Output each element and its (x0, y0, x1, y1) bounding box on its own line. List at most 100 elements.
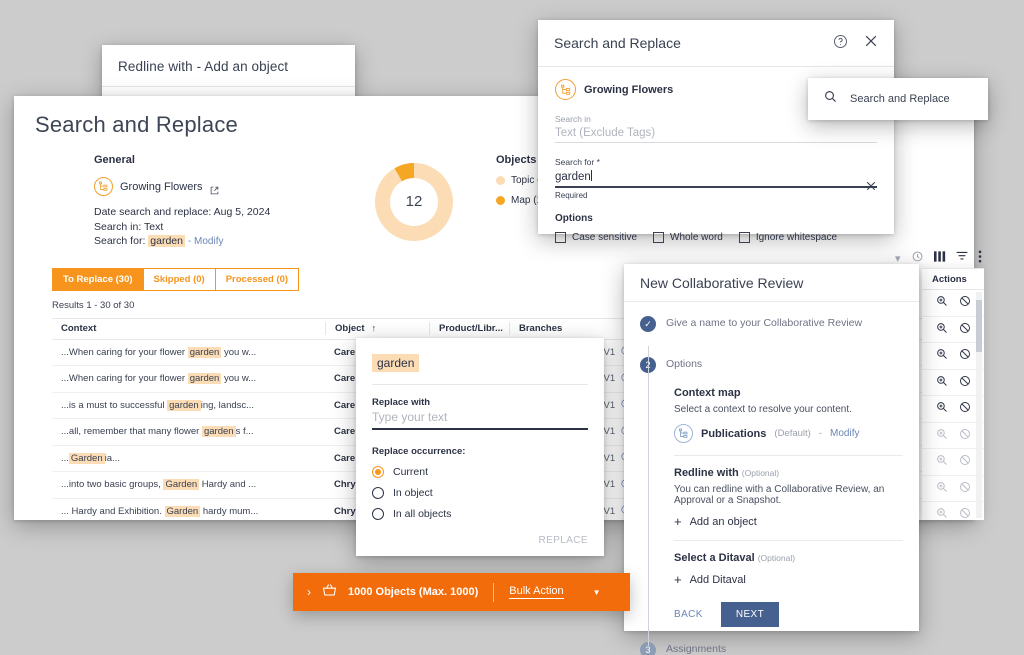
zoom-in-icon[interactable] (936, 454, 948, 469)
checkbox-icon[interactable] (555, 231, 566, 243)
step-assignments[interactable]: 3 Assignments (624, 642, 919, 655)
divider (493, 582, 495, 602)
context-map-modify-link[interactable]: Modify (830, 428, 859, 439)
modal-object-name: Growing Flowers (584, 83, 674, 96)
plus-icon: + (674, 572, 682, 587)
modal-header: Search and Replace (538, 20, 894, 67)
help-circle-icon[interactable] (833, 34, 848, 53)
radio-option-current[interactable]: Current (372, 465, 604, 478)
actions-scrollbar-thumb[interactable] (976, 300, 982, 352)
add-ditaval-button[interactable]: + Add Ditaval (674, 573, 903, 586)
column-header-object[interactable]: Object ↑ (325, 322, 429, 335)
radio-icon[interactable] (372, 507, 384, 520)
step-label: Assignments (666, 643, 727, 655)
replace-button[interactable]: REPLACE (539, 535, 589, 546)
replace-term-text: garden (372, 354, 420, 372)
map-object-icon (555, 79, 576, 100)
screen: Redline with - Add an object Search and … (0, 0, 1024, 655)
radio-icon[interactable] (372, 486, 384, 499)
option-label: Case sensitive (572, 231, 638, 243)
checkbox-icon[interactable] (653, 231, 665, 243)
skip-icon[interactable] (959, 348, 971, 363)
more-options-icon[interactable] (978, 250, 982, 266)
actions-row[interactable] (922, 343, 984, 370)
column-header-context[interactable]: Context (52, 322, 325, 335)
growing-flowers-row[interactable]: Growing Flowers (94, 177, 344, 196)
radio-option-in-all-objects[interactable]: In all objects (372, 507, 604, 520)
radio-icon-selected[interactable] (372, 465, 384, 478)
search-replace-modal: Search and Replace Growing Flowers Searc… (538, 20, 894, 243)
zoom-in-icon[interactable] (936, 348, 948, 363)
context-map-value-row[interactable]: Publications (Default) - Modify (674, 424, 903, 443)
add-an-object-button[interactable]: + Add an object (674, 515, 903, 528)
zoom-in-icon[interactable] (936, 428, 948, 443)
actions-row[interactable] (922, 370, 984, 396)
search-for-input[interactable]: garden (555, 167, 877, 186)
search-icon (824, 90, 837, 108)
zoom-in-icon[interactable] (936, 295, 948, 310)
step-check-icon: ✓ (640, 316, 656, 332)
option-whole-word[interactable]: Whole word (653, 231, 723, 243)
chevron-down-icon[interactable]: ▼ (593, 588, 601, 597)
tab-processed[interactable]: Processed (0) (214, 267, 300, 291)
step-name[interactable]: ✓ Give a name to your Collaborative Revi… (624, 316, 919, 332)
chevron-down-icon[interactable]: ▾ (895, 252, 901, 265)
actions-row[interactable] (922, 423, 984, 449)
zoom-in-icon[interactable] (936, 322, 948, 337)
radio-label: Current (393, 465, 429, 478)
option-ignore-whitespace[interactable]: Ignore whitespace (738, 231, 837, 243)
option-label: Whole word (670, 231, 723, 243)
skip-icon[interactable] (959, 322, 971, 337)
history-icon[interactable] (911, 250, 924, 266)
zoom-in-icon[interactable] (936, 401, 948, 416)
actions-row[interactable] (922, 290, 984, 317)
skip-icon[interactable] (959, 454, 971, 469)
redline-description: You can redline with a Collaborative Rev… (674, 484, 885, 506)
zoom-in-icon[interactable] (936, 481, 948, 496)
columns-icon[interactable] (933, 251, 946, 265)
new-collaborative-review-panel: New Collaborative Review ✓ Give a name t… (624, 264, 919, 655)
skip-icon[interactable] (959, 481, 971, 496)
skip-icon[interactable] (959, 295, 971, 310)
context-map-heading: Context map (674, 387, 741, 399)
clear-search-icon[interactable] (865, 180, 877, 195)
actions-row[interactable] (922, 449, 984, 476)
donut-ring: 12 (375, 162, 453, 241)
step-options[interactable]: 2 Options (624, 357, 919, 373)
context-map-value: Publications (701, 427, 767, 440)
skip-icon[interactable] (959, 401, 971, 416)
sort-ascending-icon: ↑ (371, 323, 377, 333)
search-for-field[interactable]: Search for * garden Required (555, 157, 877, 200)
zoom-in-icon[interactable] (936, 507, 948, 520)
skip-icon[interactable] (959, 507, 971, 520)
option-case-sensitive[interactable]: Case sensitive (555, 231, 638, 243)
actions-row[interactable] (922, 476, 984, 502)
tab-to-replace[interactable]: To Replace (30) (52, 267, 143, 291)
tab-skipped[interactable]: Skipped (0) (142, 267, 215, 291)
replace-with-input[interactable]: Type your text (372, 408, 588, 428)
expand-chevron-icon[interactable]: › (307, 585, 311, 599)
add-ditaval-label: Add Ditaval (689, 573, 746, 586)
redline-heading: Redline with (Optional) (674, 467, 780, 479)
actions-row[interactable] (922, 502, 984, 520)
search-suggestion-popup[interactable]: Search and Replace (808, 78, 988, 120)
column-header-product[interactable]: Product/Libr... (429, 322, 509, 335)
bulk-action-dropdown[interactable]: Bulk Action (509, 585, 564, 599)
next-button[interactable]: NEXT (720, 602, 780, 627)
radio-option-in-object[interactable]: In object (372, 486, 604, 499)
checkbox-icon[interactable] (738, 231, 750, 243)
optional-tag: (Optional) (741, 468, 780, 478)
skip-icon[interactable] (959, 375, 971, 390)
actions-row[interactable] (922, 396, 984, 423)
zoom-in-icon[interactable] (936, 375, 948, 390)
actions-row[interactable] (922, 317, 984, 343)
modify-link[interactable]: - Modify (188, 236, 224, 247)
skip-icon[interactable] (959, 428, 971, 443)
replace-with-field[interactable]: Replace with Type your text (372, 397, 588, 430)
filter-icon[interactable] (956, 251, 968, 265)
external-link-icon[interactable] (210, 182, 219, 195)
close-icon[interactable] (864, 34, 878, 52)
search-in-line: Search in: Text (94, 220, 164, 233)
modal-title: Search and Replace (554, 35, 681, 51)
back-button[interactable]: BACK (674, 609, 703, 620)
